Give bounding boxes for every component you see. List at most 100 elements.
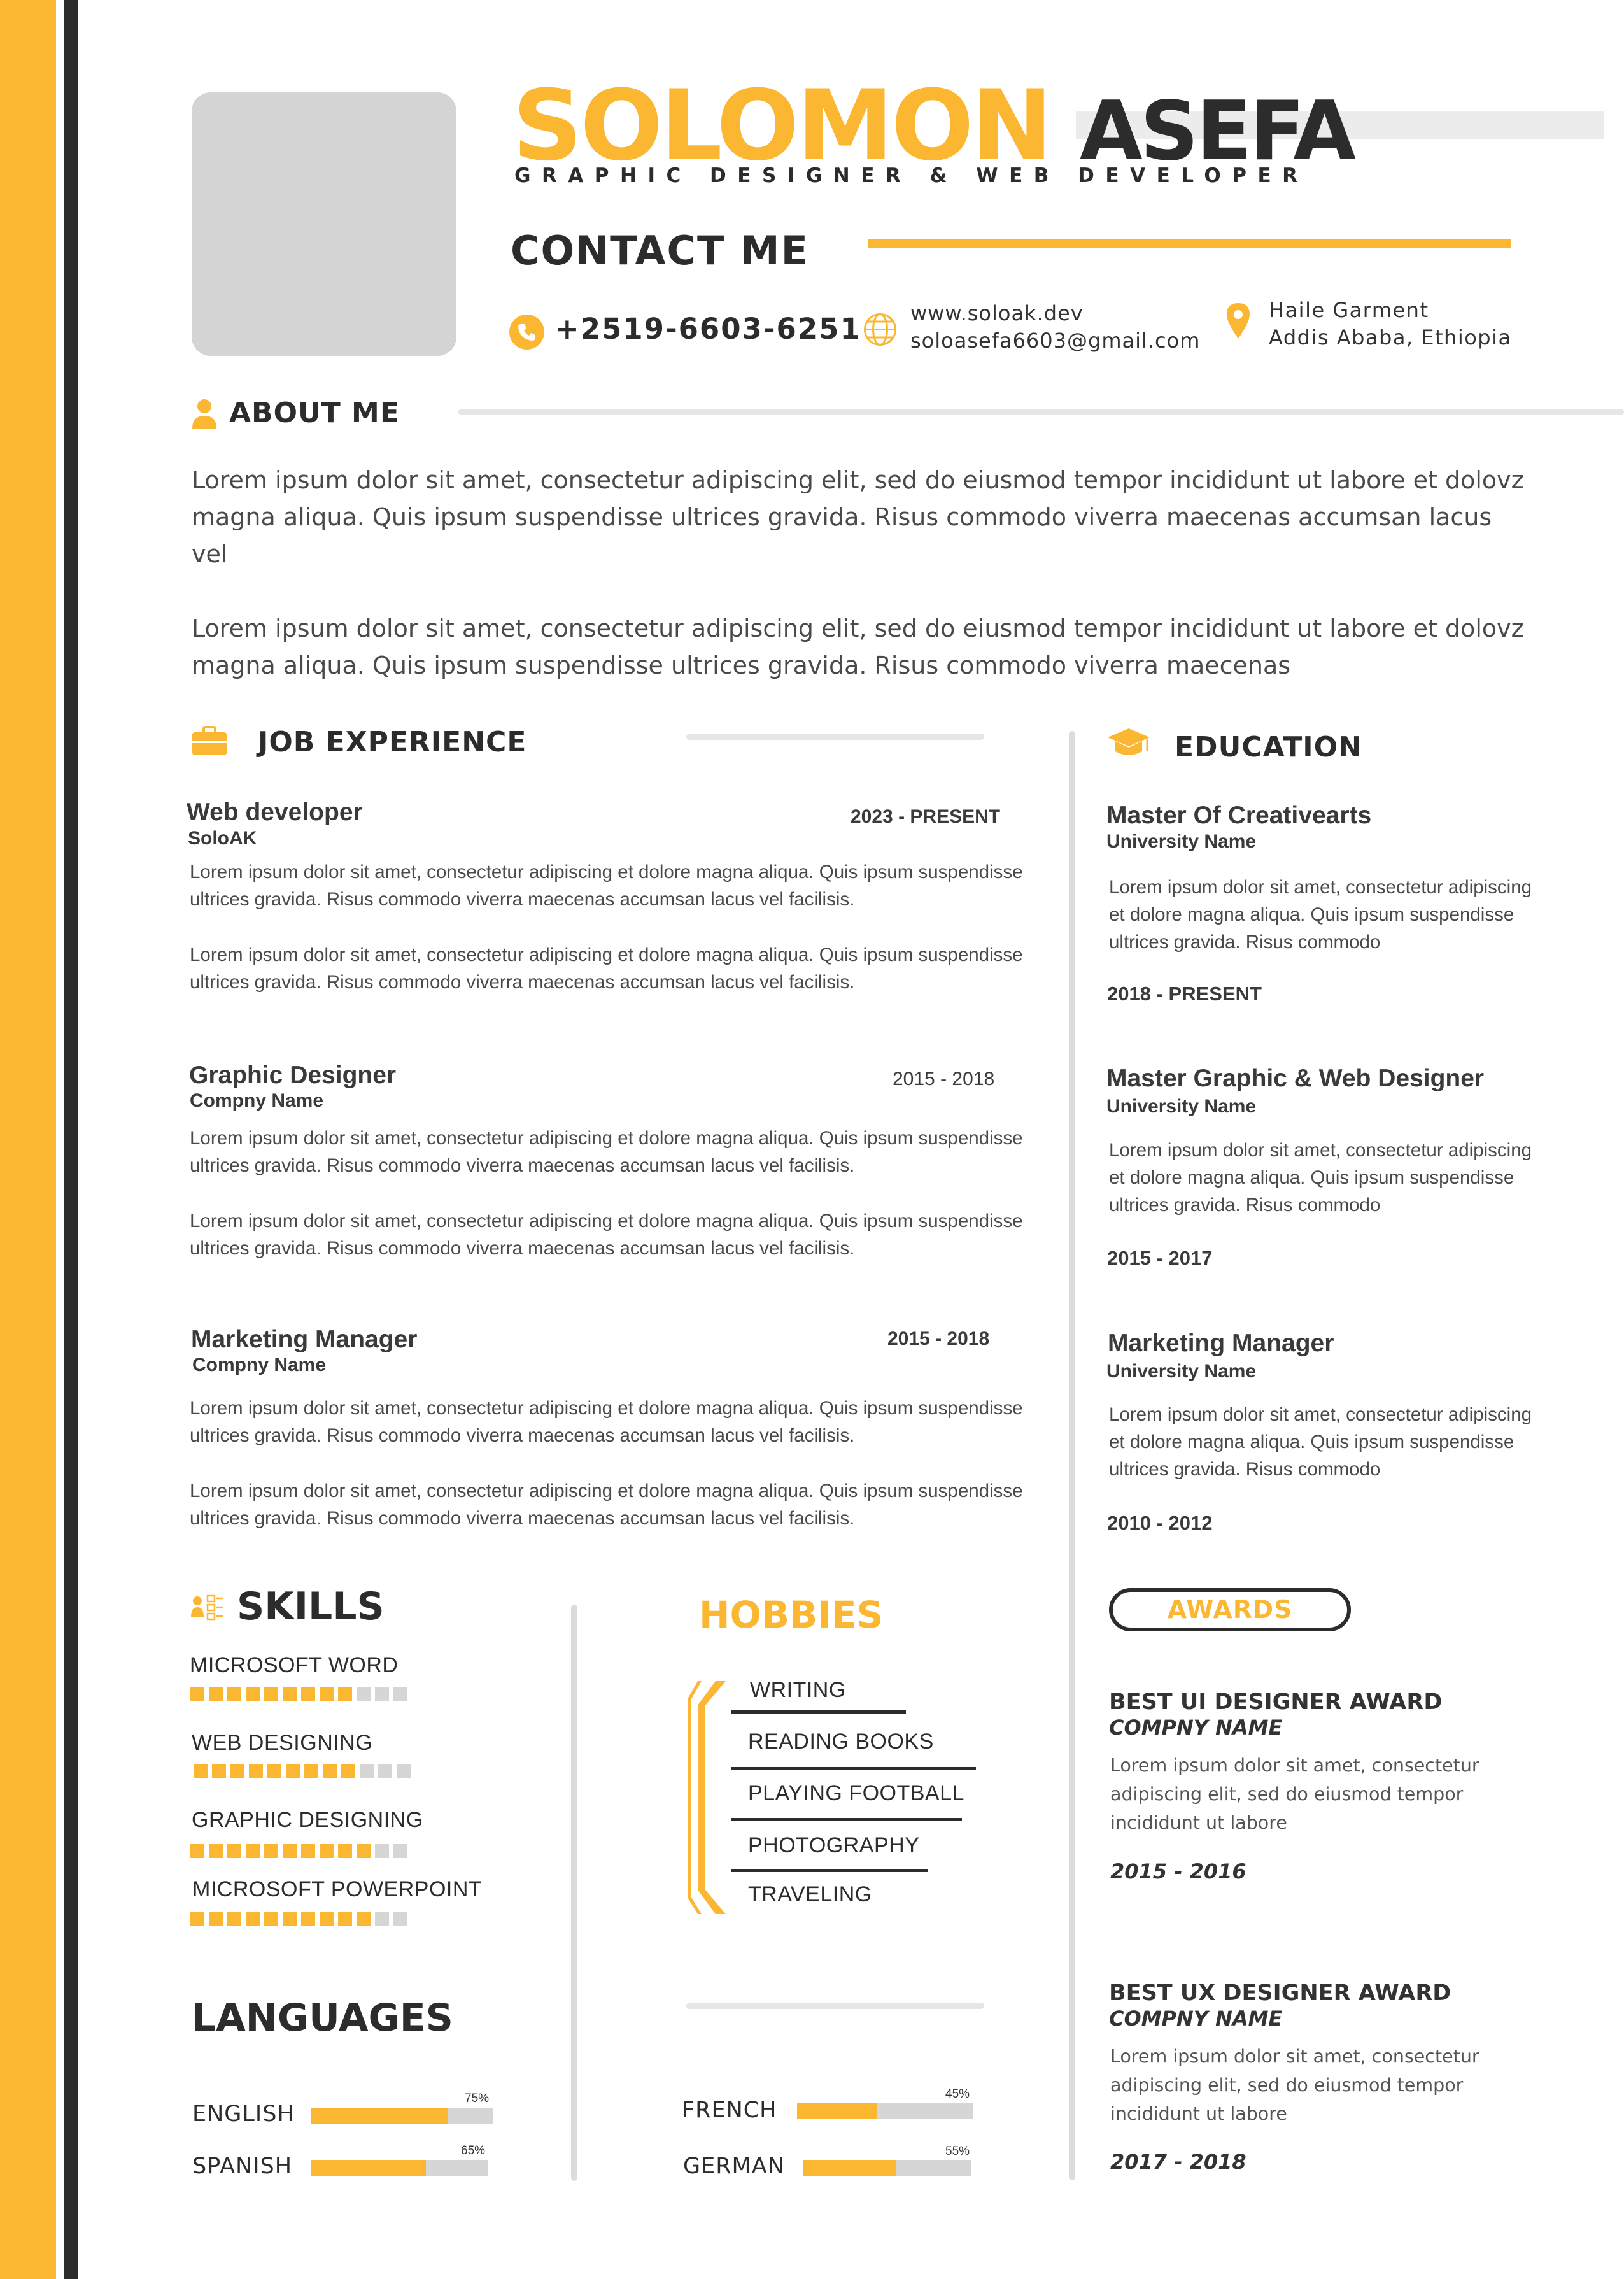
skills-icon	[190, 1592, 225, 1622]
about-paragraph-2: Lorem ipsum dolor sit amet, consectetur …	[192, 614, 1524, 679]
skill-pip-filled	[230, 1764, 244, 1778]
award-company: COMPNY NAME	[1109, 1715, 1283, 1740]
language-bar-fill	[311, 2160, 426, 2176]
contact-heading: CONTACT ME	[511, 227, 809, 274]
globe-icon	[863, 312, 898, 347]
edu-school: University Name	[1106, 1096, 1257, 1117]
edu-date: 2018 - PRESENT	[1107, 983, 1262, 1005]
experience-divider	[686, 734, 984, 740]
skill-pip-empty	[397, 1764, 411, 1778]
skill-pip-empty	[375, 1844, 389, 1858]
language-percent: 55%	[945, 2145, 970, 2158]
language-bar	[797, 2103, 973, 2119]
skill-pip-filled	[338, 1687, 352, 1701]
hobby-underline	[731, 1767, 976, 1770]
skill-pip-filled	[190, 1687, 204, 1701]
skill-pip-filled	[190, 1912, 204, 1926]
skill-pip-empty	[360, 1764, 374, 1778]
job-company: Compny Name	[190, 1090, 324, 1111]
left-accent-stripe	[0, 0, 56, 2279]
person-icon	[191, 398, 218, 430]
address-line1: Haile Garment	[1269, 298, 1429, 322]
job-company: Compny Name	[192, 1354, 327, 1375]
skill-pip-filled	[301, 1844, 315, 1858]
job-company: SoloAK	[188, 828, 257, 849]
awards-badge: AWARDS	[1109, 1588, 1351, 1631]
skill-pip-filled	[227, 1687, 241, 1701]
address-line2: Addis Ababa, Ethiopia	[1269, 325, 1512, 350]
job-description: Lorem ipsum dolor sit amet, consectetur …	[190, 1128, 1023, 1176]
skill-pip-filled	[301, 1687, 315, 1701]
skills-divider	[571, 1605, 577, 2181]
skill-label: MICROSOFT WORD	[190, 1653, 399, 1677]
languages-heading: LANGUAGES	[192, 1996, 453, 2040]
location-pin-icon	[1225, 302, 1251, 340]
skill-pip-filled	[283, 1687, 297, 1701]
skill-rating	[190, 1912, 407, 1926]
skill-pip-filled	[357, 1844, 371, 1858]
phone-icon	[509, 315, 544, 350]
edu-degree: Master Graphic & Web Designer	[1106, 1065, 1485, 1092]
hobby-item: PHOTOGRAPHY	[748, 1833, 920, 1857]
skill-pip-filled	[320, 1912, 334, 1926]
language-label: ENGLISH	[192, 2101, 295, 2127]
about-heading: ABOUT ME	[229, 397, 400, 429]
skill-pip-filled	[264, 1844, 278, 1858]
job-description: Lorem ipsum dolor sit amet, consectetur …	[190, 944, 1023, 993]
award-title: BEST UI DESIGNER AWARD	[1109, 1689, 1443, 1715]
skill-pip-empty	[393, 1844, 407, 1858]
skill-pip-filled	[301, 1912, 315, 1926]
edu-description: Lorem ipsum dolor sit amet, consectetur …	[1109, 877, 1532, 953]
hobby-item: TRAVELING	[748, 1882, 872, 1906]
skill-rating	[190, 1844, 407, 1858]
skill-pip-empty	[357, 1687, 371, 1701]
skill-pip-filled	[283, 1844, 297, 1858]
hobby-item: WRITING	[750, 1678, 846, 1702]
award-title: BEST UX DESIGNER AWARD	[1109, 1980, 1451, 2006]
contact-divider	[868, 239, 1511, 248]
award-company: COMPNY NAME	[1109, 2006, 1283, 2031]
edu-school: University Name	[1106, 1361, 1257, 1382]
skill-pip-filled	[227, 1844, 241, 1858]
skill-pip-empty	[393, 1687, 407, 1701]
job-description: Lorem ipsum dolor sit amet, consectetur …	[190, 1210, 1023, 1259]
language-label: GERMAN	[683, 2154, 785, 2179]
hobby-item: PLAYING FOOTBALL	[748, 1781, 964, 1805]
graduation-cap-icon	[1106, 726, 1151, 761]
skill-pip-empty	[393, 1912, 407, 1926]
skill-pip-filled	[209, 1912, 223, 1926]
hobby-item: READING BOOKS	[748, 1729, 934, 1754]
job-description: Lorem ipsum dolor sit amet, consectetur …	[190, 1480, 1023, 1529]
email-link[interactable]: soloasefa6603@gmail.com	[910, 329, 1200, 353]
skill-pip-filled	[212, 1764, 226, 1778]
job-date: 2023 - PRESENT	[851, 806, 1001, 827]
award-date: 2017 - 2018	[1110, 2150, 1246, 2174]
hobby-underline	[731, 1818, 962, 1821]
skill-pip-filled	[357, 1912, 371, 1926]
job-date: 2015 - 2018	[893, 1069, 995, 1090]
skill-label: WEB DESIGNING	[192, 1731, 373, 1755]
award-description: Lorem ipsum dolor sit amet, consectetur …	[1110, 2046, 1479, 2124]
tagline: GRAPHIC DESIGNER & WEB DEVELOPER	[514, 164, 1309, 187]
job-title: Web developer	[187, 799, 363, 826]
website-link[interactable]: www.soloak.dev	[910, 301, 1084, 325]
skill-pip-filled	[190, 1844, 204, 1858]
skill-pip-filled	[286, 1764, 300, 1778]
skill-pip-empty	[375, 1687, 389, 1701]
hobbies-bracket	[686, 1680, 731, 1915]
phone-number[interactable]: +2519-6603-6251	[555, 312, 861, 346]
skill-pip-filled	[264, 1912, 278, 1926]
skill-pip-filled	[209, 1687, 223, 1701]
language-label: SPANISH	[192, 2154, 293, 2179]
awards-heading: AWARDS	[1167, 1595, 1293, 1624]
experience-heading: JOB EXPERIENCE	[258, 726, 527, 758]
language-percent: 75%	[465, 2092, 490, 2105]
skill-pip-empty	[378, 1764, 392, 1778]
skill-pip-filled	[283, 1912, 297, 1926]
language-percent: 65%	[461, 2144, 486, 2157]
skill-pip-filled	[320, 1844, 334, 1858]
job-description: Lorem ipsum dolor sit amet, consectetur …	[190, 862, 1023, 910]
skill-pip-filled	[246, 1844, 260, 1858]
hobby-underline	[731, 1869, 928, 1872]
skill-pip-filled	[338, 1844, 352, 1858]
